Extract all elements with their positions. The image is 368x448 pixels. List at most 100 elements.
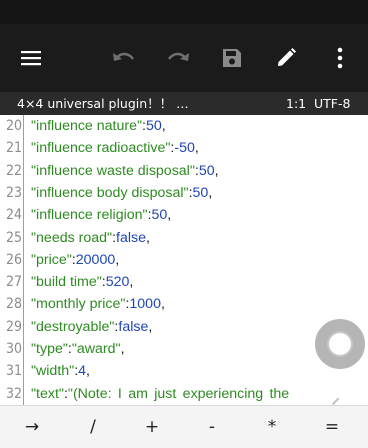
json-key: "type": [31, 341, 68, 357]
json-value: false: [116, 229, 146, 246]
json-key: "influence nature": [31, 118, 143, 134]
key-plus[interactable]: +: [122, 406, 182, 448]
json-comma: ,: [146, 229, 150, 246]
line-number: 28: [5, 296, 22, 313]
json-key: "build time": [31, 274, 102, 291]
json-key: "price": [31, 251, 72, 268]
line-number: 31: [5, 363, 22, 380]
symbol-key-bar: → / + - * =: [0, 405, 368, 448]
json-value: -50: [174, 140, 195, 157]
json-value: 1000: [129, 296, 161, 313]
code-line[interactable]: 21 "influence radioactive":-50,: [0, 137, 368, 159]
undo-icon[interactable]: [104, 38, 144, 78]
line-number: 22: [5, 162, 22, 179]
line-text: "influence body disposal":50,: [31, 182, 212, 204]
line-text: "type":"award",: [31, 338, 125, 360]
line-number: 20: [5, 118, 22, 134]
json-comma: ,: [208, 184, 213, 201]
line-text: "influence nature":50,: [31, 115, 166, 137]
code-line[interactable]: 20 "influence nature":50,: [0, 115, 368, 137]
json-comma: ,: [160, 296, 165, 313]
save-icon[interactable]: [212, 38, 252, 78]
line-number: 27: [5, 274, 22, 291]
line-number: 23: [5, 184, 22, 201]
json-key: "width": [31, 363, 75, 380]
key-slash[interactable]: /: [63, 406, 123, 448]
hamburger-menu-icon[interactable]: [11, 38, 51, 78]
redo-icon[interactable]: [158, 38, 198, 78]
line-text: "text":"(Note: I am just experiencing th…: [31, 383, 289, 405]
key-minus[interactable]: -: [182, 406, 242, 448]
json-comma: ,: [161, 118, 166, 134]
json-comma: ,: [120, 341, 125, 357]
json-comma: ,: [194, 140, 199, 157]
json-value: 20000: [75, 251, 116, 268]
code-line[interactable]: 27 "build time":520,: [0, 271, 368, 293]
line-text: "influence religion":50,: [31, 204, 171, 226]
line-text: "needs road":false,: [31, 227, 150, 249]
json-comma: ,: [148, 318, 153, 335]
json-value: "(Note: I am just experiencing the: [67, 385, 290, 402]
json-key: "monthly price": [31, 296, 126, 313]
json-value: 50: [151, 207, 168, 224]
line-number: 26: [5, 251, 22, 268]
json-key: "text": [31, 385, 64, 402]
json-key: "needs road": [31, 229, 113, 246]
line-number: 30: [5, 341, 22, 357]
json-value: false: [118, 318, 149, 335]
file-name[interactable]: 4×4 universal plugin！！ …: [17, 92, 189, 115]
code-line[interactable]: 25 "needs road":false,: [0, 227, 368, 249]
line-text: "influence radioactive":-50,: [31, 137, 199, 159]
floating-action-button[interactable]: [315, 319, 365, 369]
json-value: 50: [198, 162, 215, 179]
json-comma: ,: [214, 162, 219, 179]
line-number: 21: [5, 140, 22, 157]
json-key: "destroyable": [31, 318, 115, 335]
code-line[interactable]: 26 "price":20000,: [0, 249, 368, 271]
fab-circle-icon: [327, 331, 353, 357]
json-value: 520: [105, 274, 130, 291]
line-number: 24: [5, 207, 22, 224]
code-line[interactable]: 28 "monthly price":1000,: [0, 293, 368, 315]
line-text: "destroyable":false,: [31, 316, 152, 338]
more-vert-icon[interactable]: [320, 38, 360, 78]
line-number: 32: [5, 385, 22, 402]
json-key: "influence religion": [31, 207, 148, 224]
json-key: "influence radioactive": [31, 140, 171, 157]
code-line[interactable]: 24 "influence religion":50,: [0, 204, 368, 226]
code-line[interactable]: 30 "type":"award",: [0, 338, 368, 360]
file-info-bar: 4×4 universal plugin！！ … 1:1 UTF-8: [0, 92, 368, 115]
json-value: 50: [192, 184, 209, 201]
encoding-label[interactable]: UTF-8: [314, 92, 350, 115]
pencil-icon[interactable]: [266, 38, 306, 78]
json-key: "influence waste disposal": [31, 162, 195, 179]
json-value: "award": [71, 341, 121, 357]
line-text: "build time":520,: [31, 271, 133, 293]
json-comma: ,: [86, 363, 90, 380]
code-line[interactable]: 29 "destroyable":false,: [0, 316, 368, 338]
json-comma: ,: [115, 251, 120, 268]
code-line[interactable]: 23 "influence body disposal":50,: [0, 182, 368, 204]
key-equals[interactable]: =: [302, 406, 362, 448]
key-arrow[interactable]: →: [2, 406, 62, 448]
json-comma: ,: [167, 207, 172, 224]
code-line[interactable]: 31 "width":4,: [0, 360, 368, 382]
app-toolbar: [0, 24, 368, 92]
line-text: "monthly price":1000,: [31, 293, 165, 315]
json-value: 4: [78, 363, 87, 380]
json-comma: ,: [129, 274, 134, 291]
key-asterisk[interactable]: *: [242, 406, 302, 448]
status-bar: [0, 0, 368, 24]
line-number: 29: [5, 318, 22, 335]
code-line[interactable]: 22 "influence waste disposal":50,: [0, 160, 368, 182]
code-line[interactable]: 32 "text":"(Note: I am just experiencing…: [0, 383, 368, 405]
line-number: 25: [5, 229, 22, 246]
line-text: "price":20000,: [31, 249, 119, 271]
code-editor[interactable]: 20 "influence nature":50, 21 "influence …: [0, 115, 368, 405]
json-key: "influence body disposal": [31, 184, 189, 201]
line-text: "width":4,: [31, 360, 90, 382]
wrap-pencil-icon: [331, 391, 341, 405]
line-text: "influence waste disposal":50,: [31, 160, 219, 182]
cursor-position: 1:1: [286, 96, 307, 111]
json-value: 50: [146, 118, 162, 134]
